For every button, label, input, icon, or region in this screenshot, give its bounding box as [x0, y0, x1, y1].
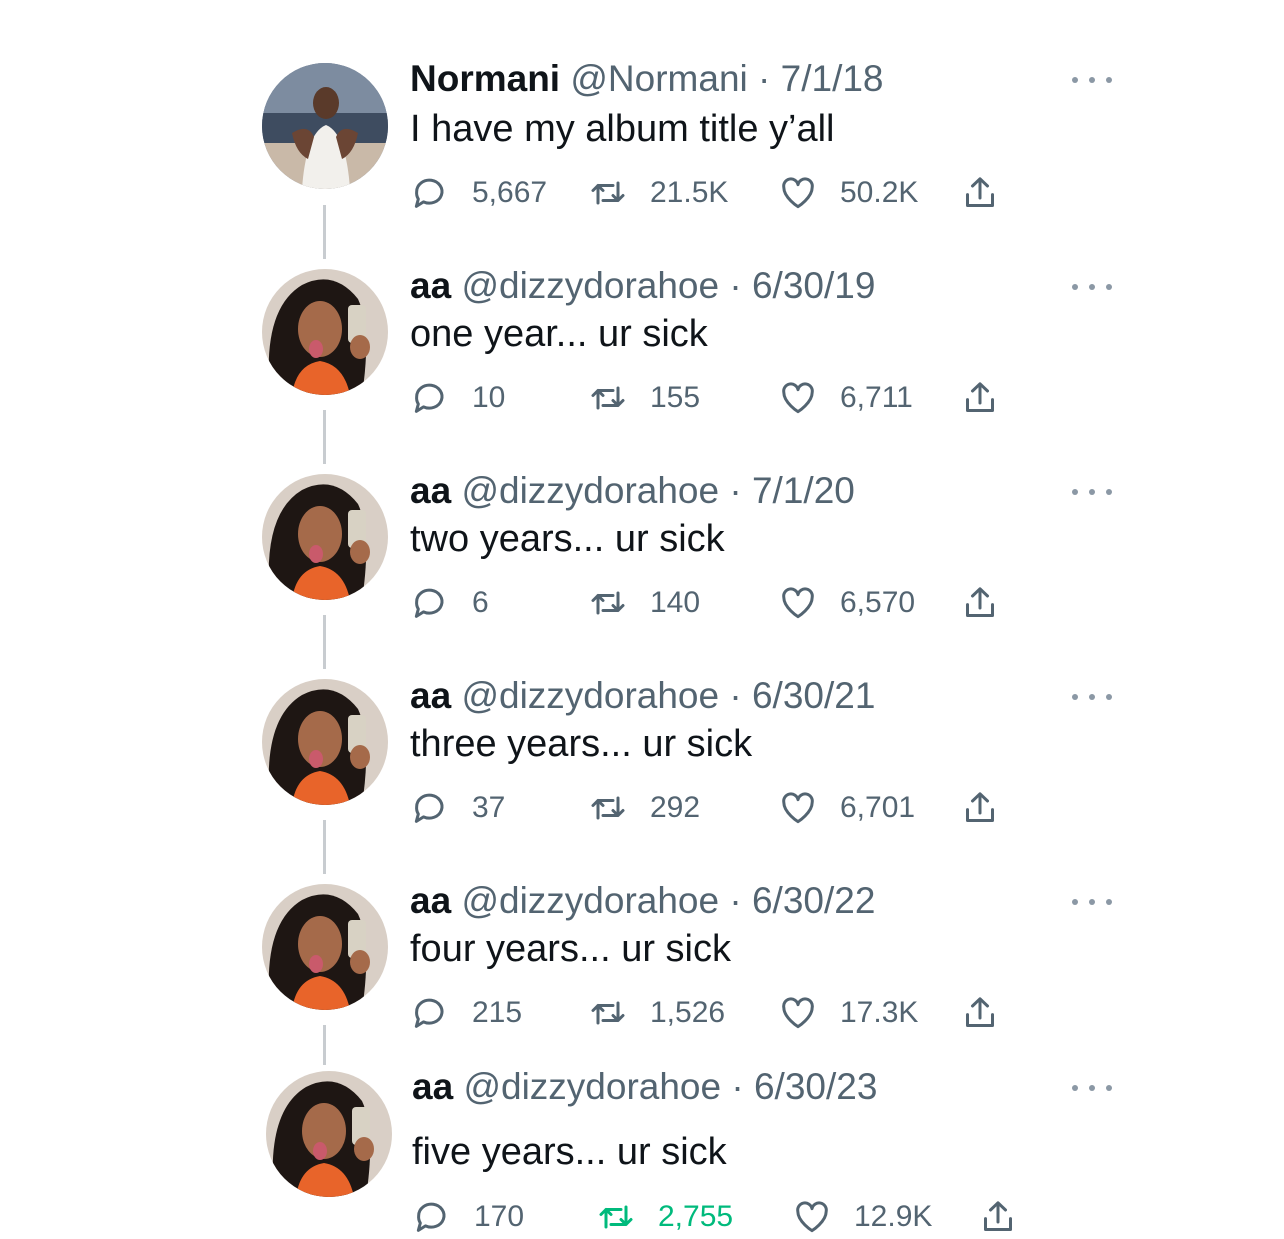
- avatar[interactable]: [262, 884, 388, 1010]
- tweet-text: one year... ur sick: [410, 313, 708, 355]
- avatar-photo: [262, 63, 388, 189]
- tweet-date[interactable]: 6/30/22: [752, 880, 875, 921]
- reply-icon: [416, 1202, 446, 1232]
- avatar[interactable]: [262, 474, 388, 600]
- tweet-thread: Normani @Normani · 7/1/18 I have my albu…: [0, 0, 1284, 1238]
- retweet-button[interactable]: 2,755: [596, 1195, 733, 1239]
- like-count: 12.9K: [854, 1200, 933, 1233]
- tweet-date[interactable]: 6/30/19: [752, 265, 875, 306]
- tweet-header: aa @dizzydorahoe · 6/30/22: [410, 879, 875, 923]
- tweet-date[interactable]: 7/1/20: [752, 470, 855, 511]
- tweet-date[interactable]: 6/30/21: [752, 675, 875, 716]
- tweet-text: I have my album title y’all: [410, 108, 835, 150]
- user-handle[interactable]: @Normani: [570, 58, 747, 99]
- retweet-icon: [599, 1205, 633, 1229]
- avatar[interactable]: [266, 1071, 392, 1197]
- tweet[interactable]: aa @dizzydorahoe · 6/30/22 four years...…: [0, 820, 1284, 1029]
- display-name[interactable]: Normani: [410, 58, 560, 99]
- tweet-text: three years... ur sick: [410, 723, 753, 765]
- tweet-text: five years... ur sick: [412, 1131, 727, 1173]
- tweet-header: aa @dizzydorahoe · 6/30/21: [410, 674, 875, 718]
- tweet-text: two years... ur sick: [410, 518, 725, 560]
- reply-count: 170: [474, 1200, 525, 1233]
- dot-separator: ·: [729, 675, 742, 716]
- avatar[interactable]: [262, 63, 388, 189]
- retweet-count: 2,755: [658, 1200, 734, 1233]
- tweet[interactable]: Normani @Normani · 7/1/18 I have my albu…: [0, 0, 1284, 209]
- display-name[interactable]: aa: [410, 880, 451, 921]
- display-name[interactable]: aa: [410, 675, 451, 716]
- more-icon[interactable]: [1072, 896, 1112, 908]
- display-name[interactable]: aa: [412, 1066, 453, 1107]
- share-button[interactable]: [978, 1195, 1018, 1239]
- share-icon: [984, 1201, 1012, 1231]
- user-handle[interactable]: @dizzydorahoe: [461, 470, 719, 511]
- avatar-photo: [262, 884, 388, 1010]
- dot-separator: ·: [729, 880, 742, 921]
- dot-separator: ·: [729, 265, 742, 306]
- avatar[interactable]: [262, 679, 388, 805]
- tweet[interactable]: aa @dizzydorahoe · 6/30/21 three years..…: [0, 615, 1284, 824]
- dot-separator: ·: [758, 58, 771, 99]
- user-handle[interactable]: @dizzydorahoe: [461, 675, 719, 716]
- heart-icon: [796, 1201, 828, 1233]
- user-handle[interactable]: @dizzydorahoe: [463, 1066, 721, 1107]
- tweet-header: Normani @Normani · 7/1/18: [410, 57, 884, 101]
- dot-separator: ·: [729, 470, 742, 511]
- more-icon[interactable]: [1072, 486, 1112, 498]
- more-icon[interactable]: [1072, 691, 1112, 703]
- avatar-photo: [262, 474, 388, 600]
- display-name[interactable]: aa: [410, 470, 451, 511]
- tweet-header: aa @dizzydorahoe · 6/30/23: [412, 1065, 877, 1109]
- tweet-header: aa @dizzydorahoe · 6/30/19: [410, 264, 875, 308]
- tweet-header: aa @dizzydorahoe · 7/1/20: [410, 469, 855, 513]
- avatar-photo: [262, 269, 388, 395]
- user-handle[interactable]: @dizzydorahoe: [461, 265, 719, 306]
- tweet[interactable]: aa @dizzydorahoe · 6/30/19 one year... u…: [0, 205, 1284, 414]
- tweet-date[interactable]: 7/1/18: [781, 58, 884, 99]
- more-icon[interactable]: [1072, 74, 1112, 86]
- tweet-actions: 170 2,755 12.9K: [412, 1195, 1032, 1239]
- more-icon[interactable]: [1072, 1082, 1112, 1094]
- display-name[interactable]: aa: [410, 265, 451, 306]
- tweet[interactable]: aa @dizzydorahoe · 6/30/23 five years...…: [0, 1025, 1284, 1238]
- tweet-text: four years... ur sick: [410, 928, 731, 970]
- tweet-date[interactable]: 6/30/23: [754, 1066, 877, 1107]
- avatar[interactable]: [262, 269, 388, 395]
- more-icon[interactable]: [1072, 281, 1112, 293]
- tweet[interactable]: aa @dizzydorahoe · 7/1/20 two years... u…: [0, 410, 1284, 619]
- dot-separator: ·: [731, 1066, 744, 1107]
- like-button[interactable]: 12.9K: [792, 1195, 932, 1239]
- user-handle[interactable]: @dizzydorahoe: [461, 880, 719, 921]
- avatar-photo: [266, 1071, 392, 1197]
- avatar-photo: [262, 679, 388, 805]
- reply-button[interactable]: 170: [412, 1195, 524, 1239]
